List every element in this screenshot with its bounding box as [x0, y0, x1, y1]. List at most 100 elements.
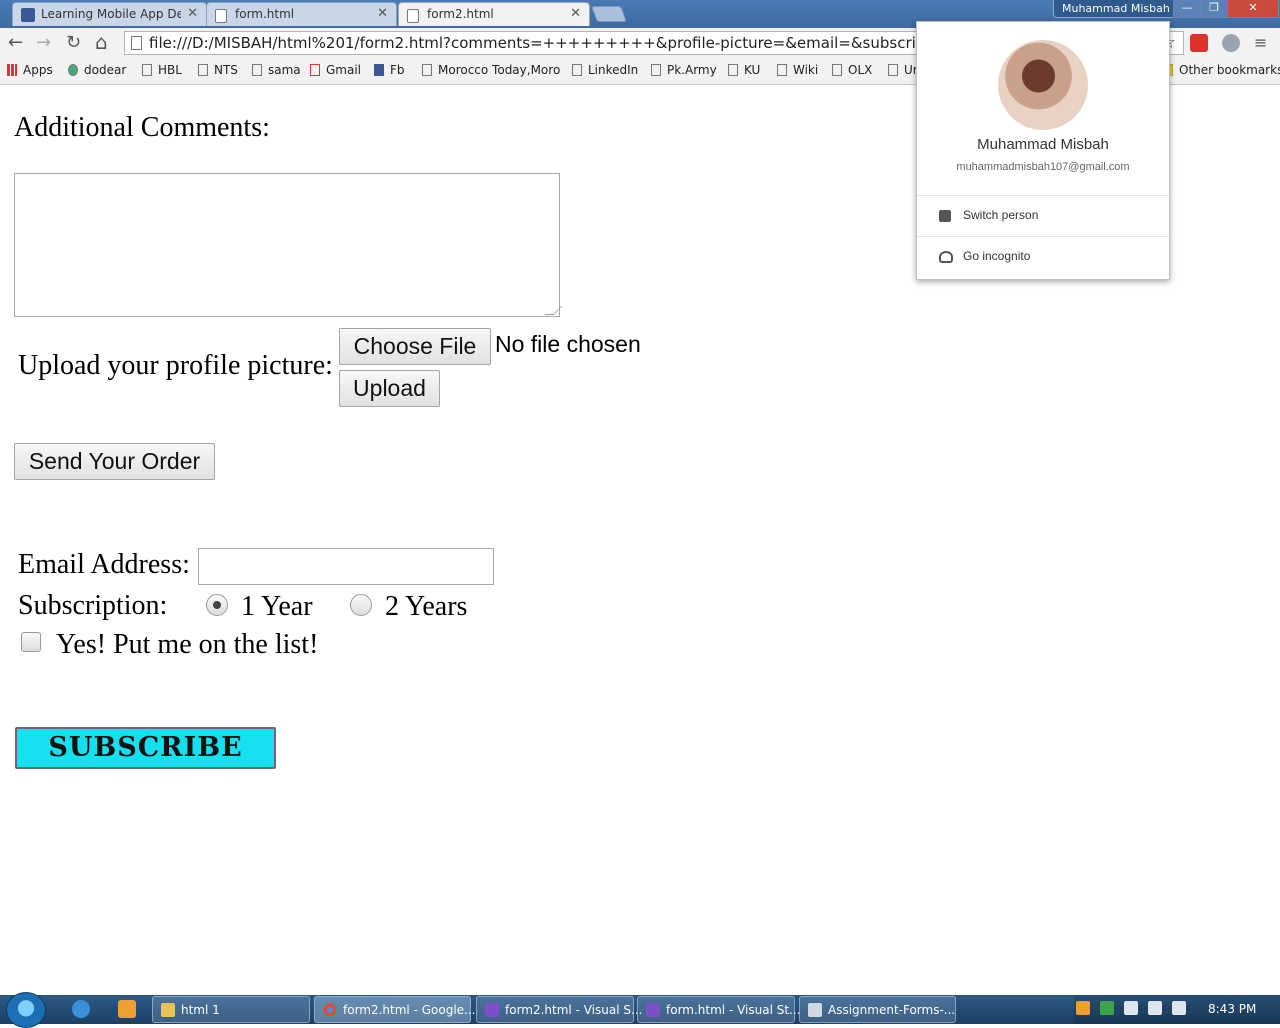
document-icon [832, 64, 842, 76]
tab-form-html[interactable]: form.html ✕ [206, 2, 397, 26]
tab-form2-html[interactable]: form2.html ✕ [398, 2, 590, 26]
resize-grip-icon[interactable] [544, 306, 563, 315]
new-tab-button[interactable] [591, 6, 627, 22]
menu-icon[interactable]: ≡ [1254, 34, 1272, 52]
profile-name: Muhammad Misbah [977, 136, 1109, 153]
choose-file-button[interactable]: Choose File [339, 328, 491, 365]
internet-explorer-icon[interactable] [72, 1000, 90, 1018]
forward-icon[interactable]: → [36, 32, 51, 53]
switch-person-label: Switch person [963, 208, 1039, 222]
bookmark-ku[interactable]: KU [728, 63, 760, 77]
document-icon [407, 9, 419, 23]
person-icon [939, 210, 951, 222]
document-icon [888, 64, 898, 76]
facebook-icon [374, 64, 384, 76]
gmail-icon [310, 64, 320, 76]
switch-person-item[interactable]: Switch person [917, 196, 1169, 236]
bookmark-other-bookmarks[interactable]: Other bookmarks [1163, 63, 1280, 77]
subscribe-button[interactable]: SUBSCRIBE [15, 727, 276, 769]
document-icon [728, 64, 738, 76]
close-tab-icon[interactable]: ✕ [187, 6, 198, 21]
maximize-button[interactable]: ❐ [1200, 0, 1228, 18]
taskbar-item-assignment-forms[interactable]: Assignment-Forms-... [799, 996, 956, 1023]
window-icon [808, 1003, 822, 1017]
mailing-list-label: Yes! Put me on the list! [56, 629, 319, 660]
document-icon [215, 9, 227, 23]
back-icon[interactable]: ← [8, 32, 23, 53]
bookmark-nts[interactable]: NTS [198, 63, 238, 77]
bookmark-wiki[interactable]: Wiki [777, 63, 818, 77]
action-center-flag-icon[interactable] [1124, 1001, 1138, 1015]
close-tab-icon[interactable]: ✕ [570, 6, 581, 21]
network-icon[interactable] [1148, 1001, 1162, 1015]
close-tab-icon[interactable]: ✕ [377, 6, 388, 21]
comments-textarea[interactable] [14, 173, 563, 317]
document-icon [252, 64, 262, 76]
taskbar-item-label: form2.html - Visual S... [505, 1003, 643, 1017]
bookmark-ur[interactable]: Ur [888, 63, 918, 77]
apps-grid-icon [7, 64, 17, 76]
document-icon [651, 64, 661, 76]
bookmark-sama[interactable]: sama [252, 63, 301, 77]
send-order-button[interactable]: Send Your Order [14, 443, 215, 480]
upload-label: Upload your profile picture: [18, 350, 333, 381]
chrome-icon [323, 1003, 337, 1017]
taskbar-item-label: form2.html - Google... [343, 1003, 476, 1017]
bookmark-hbl[interactable]: HBL [142, 63, 182, 77]
taskbar-item-visual-studio-form[interactable]: form.html - Visual St... [637, 996, 801, 1023]
visual-studio-icon [646, 1003, 660, 1017]
facebook-icon [21, 8, 35, 22]
profile-button[interactable]: Muhammad Misbah [1053, 0, 1179, 18]
volume-icon[interactable] [1172, 1001, 1186, 1015]
subscription-1-year-label: 1 Year [241, 591, 313, 622]
taskbar-item-label: form.html - Visual St... [666, 1003, 801, 1017]
bookmark-gmail[interactable]: Gmail [310, 63, 361, 77]
document-icon [572, 64, 582, 76]
taskbar-item-chrome[interactable]: form2.html - Google... [314, 996, 475, 1023]
subscription-2-years-radio[interactable] [350, 594, 372, 616]
tab-label: form2.html [427, 7, 494, 21]
home-icon[interactable]: ⌂ [95, 30, 108, 54]
security-icon[interactable] [1076, 1001, 1090, 1015]
document-icon [142, 64, 152, 76]
nvidia-icon[interactable] [1100, 1001, 1114, 1015]
mailing-list-checkbox[interactable] [21, 632, 41, 652]
email-input[interactable] [198, 548, 494, 585]
taskbar-item-visual-studio-form2[interactable]: form2.html - Visual S... [476, 996, 642, 1023]
minimize-button[interactable]: — [1173, 0, 1201, 18]
document-icon [777, 64, 787, 76]
upload-button[interactable]: Upload [339, 370, 440, 407]
taskbar-item-html1[interactable]: html 1 [152, 996, 310, 1023]
subscription-label: Subscription: [18, 590, 168, 621]
go-incognito-item[interactable]: Go incognito [917, 237, 1169, 277]
extension-icon[interactable] [1222, 34, 1240, 52]
bookmark-morocco-today[interactable]: Morocco Today,Moro [422, 63, 560, 77]
bookmark-apps[interactable]: Apps [7, 63, 53, 77]
bookmark-linkedin[interactable]: LinkedIn [572, 63, 638, 77]
subscription-1-year-radio[interactable] [206, 594, 228, 616]
comments-label: Additional Comments: [14, 112, 270, 143]
taskbar: html 1 form2.html - Google... form2.html… [0, 992, 1280, 1028]
bookmark-olx[interactable]: OLX [832, 63, 872, 77]
bookmark-pk-army[interactable]: Pk.Army [651, 63, 717, 77]
system-clock[interactable]: 8:43 PM [1208, 1002, 1256, 1016]
tab-label: form.html [235, 7, 295, 21]
visual-studio-icon [485, 1003, 499, 1017]
windows-start-icon[interactable] [6, 992, 46, 1028]
subscription-2-years-label: 2 Years [385, 591, 468, 622]
avatar [998, 40, 1088, 130]
youtube-extension-icon[interactable] [1190, 34, 1208, 52]
no-file-chosen-text: No file chosen [495, 331, 641, 357]
tab-learning-mobile-app[interactable]: Learning Mobile App Deve ✕ [12, 2, 207, 26]
taskbar-item-label: Assignment-Forms-... [828, 1003, 956, 1017]
folder-icon [161, 1003, 175, 1017]
bookmark-fb[interactable]: Fb [374, 63, 405, 77]
reload-icon[interactable]: ↻ [66, 32, 81, 53]
profile-email: muhammadmisbah107@gmail.com [956, 161, 1130, 173]
bookmark-dodear[interactable]: dodear [68, 63, 126, 77]
email-label: Email Address: [18, 549, 190, 580]
document-icon [422, 64, 432, 76]
media-player-icon[interactable] [118, 1000, 136, 1018]
close-window-button[interactable]: ✕ [1227, 0, 1279, 18]
page-info-icon[interactable] [131, 36, 142, 50]
